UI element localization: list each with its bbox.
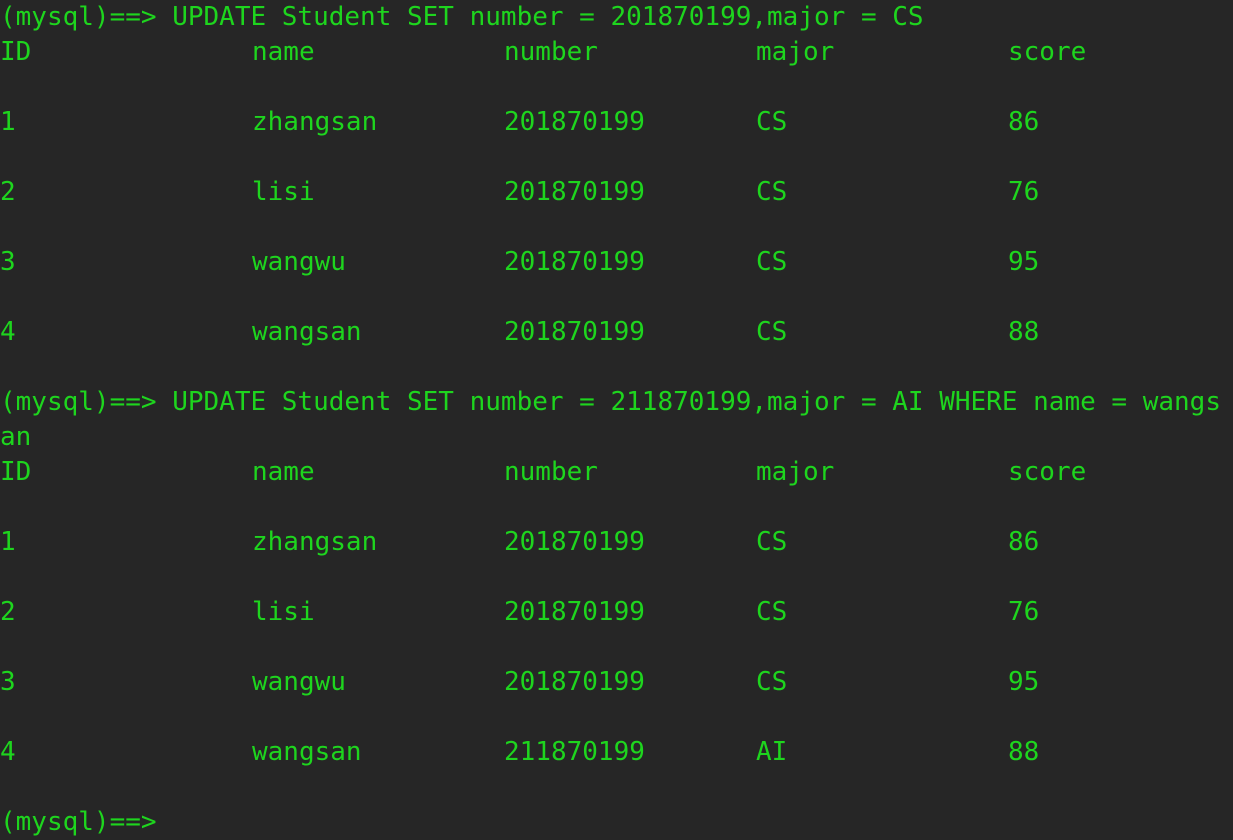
command-line: (mysql)==> UPDATE Student SET number = 2…	[0, 385, 1233, 420]
table-row: 1 zhangsan 201870199 CS 86	[0, 525, 1233, 560]
table-row: 1 zhangsan 201870199 CS 86	[0, 105, 1233, 140]
cell-name: zhangsan	[252, 107, 378, 137]
cell-name: lisi	[252, 597, 315, 627]
column-header-major: major	[756, 457, 835, 487]
table-row: 3 wangwu 201870199 CS 95	[0, 665, 1233, 700]
table-row: 4 wangsan 201870199 CS 88	[0, 315, 1233, 350]
command-text: UPDATE Student SET number = 211870199,ma…	[156, 387, 1221, 417]
table-row: 4 wangsan 211870199 AI 88	[0, 735, 1233, 770]
column-header-score: score	[1008, 37, 1087, 67]
table-row: 2 lisi 201870199 CS 76	[0, 595, 1233, 630]
table-row: 2 lisi 201870199 CS 76	[0, 175, 1233, 210]
cell-number: 201870199	[504, 177, 645, 207]
command-text-continued: an	[0, 422, 32, 452]
cell-major: CS	[756, 317, 788, 347]
cell-score: 95	[1008, 247, 1040, 277]
cell-major: CS	[756, 107, 788, 137]
cell-number: 201870199	[504, 317, 645, 347]
cell-number: 211870199	[504, 737, 645, 767]
table-header-row: ID name number major score	[0, 455, 1233, 490]
column-header-id: ID	[0, 37, 32, 67]
cell-score: 76	[1008, 597, 1040, 627]
cell-score: 95	[1008, 667, 1040, 697]
cell-id: 1	[0, 107, 16, 137]
cell-id: 4	[0, 317, 16, 347]
column-header-score: score	[1008, 457, 1087, 487]
cell-score: 88	[1008, 737, 1040, 767]
column-header-id: ID	[0, 457, 32, 487]
column-header-name: name	[252, 37, 315, 67]
cell-name: wangsan	[252, 737, 362, 767]
cell-id: 2	[0, 177, 16, 207]
cell-number: 201870199	[504, 247, 645, 277]
cell-major: CS	[756, 177, 788, 207]
cell-major: CS	[756, 667, 788, 697]
prompt: (mysql)==>	[0, 2, 157, 32]
cell-major: CS	[756, 597, 788, 627]
cell-number: 201870199	[504, 107, 645, 137]
table-row: 3 wangwu 201870199 CS 95	[0, 245, 1233, 280]
cell-score: 88	[1008, 317, 1040, 347]
cell-name: wangsan	[252, 317, 362, 347]
cell-id: 4	[0, 737, 16, 767]
command-text: UPDATE Student SET number = 201870199,ma…	[156, 2, 924, 32]
cell-score: 86	[1008, 107, 1040, 137]
table-header-row: ID name number major score	[0, 35, 1233, 70]
cell-id: 1	[0, 527, 16, 557]
cell-id: 3	[0, 667, 16, 697]
column-header-major: major	[756, 37, 835, 67]
cell-name: wangwu	[252, 667, 346, 697]
column-header-number: number	[504, 37, 598, 67]
prompt: (mysql)==>	[0, 387, 157, 417]
cell-number: 201870199	[504, 527, 645, 557]
terminal-window[interactable]: (mysql)==> UPDATE Student SET number = 2…	[0, 0, 1233, 838]
cell-name: zhangsan	[252, 527, 378, 557]
cell-number: 201870199	[504, 597, 645, 627]
cell-id: 3	[0, 247, 16, 277]
column-header-name: name	[252, 457, 315, 487]
cell-major: CS	[756, 247, 788, 277]
cell-major: AI	[756, 737, 788, 767]
prompt: (mysql)==>	[0, 807, 157, 837]
command-line: (mysql)==> UPDATE Student SET number = 2…	[0, 0, 1233, 35]
command-line-wrap: an	[0, 420, 1233, 455]
cell-score: 86	[1008, 527, 1040, 557]
cell-major: CS	[756, 527, 788, 557]
cell-id: 2	[0, 597, 16, 627]
cell-score: 76	[1008, 177, 1040, 207]
column-header-number: number	[504, 457, 598, 487]
cell-number: 201870199	[504, 667, 645, 697]
input-prompt-line[interactable]: (mysql)==>	[0, 805, 1233, 840]
cell-name: wangwu	[252, 247, 346, 277]
cell-name: lisi	[252, 177, 315, 207]
